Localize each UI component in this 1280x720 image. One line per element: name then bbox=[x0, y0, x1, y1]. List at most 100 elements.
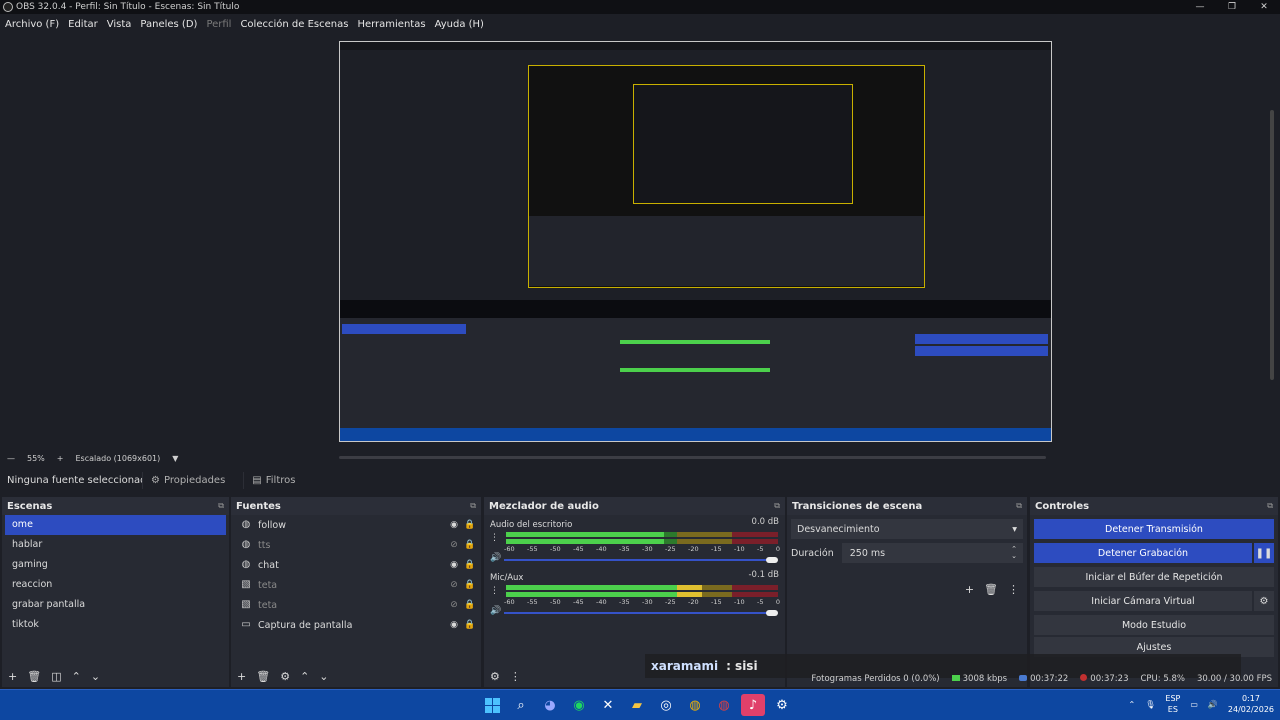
lock-icon[interactable]: 🔒 bbox=[462, 600, 478, 610]
volume-slider[interactable] bbox=[504, 612, 772, 614]
level-meter bbox=[506, 532, 778, 537]
eye-off-icon[interactable]: ⊘ bbox=[446, 580, 462, 590]
maximize-button[interactable]: ❐ bbox=[1216, 0, 1248, 14]
scale-dropdown-icon[interactable]: ▼ bbox=[172, 454, 178, 463]
search-icon[interactable]: ⌕ bbox=[509, 694, 533, 716]
capcut-icon[interactable]: ✕ bbox=[596, 694, 620, 716]
taskbar-apps: ⌕ ◕ ◉ ✕ ▰ ◎ ◍ ◍ ♪ ⚙ bbox=[480, 694, 799, 716]
microphone-icon[interactable]: 🎙 bbox=[1145, 699, 1155, 710]
channel-name: Mic/Aux bbox=[490, 573, 524, 583]
chrome-icon[interactable]: ◍ bbox=[683, 694, 707, 716]
filters-button[interactable]: ▤ Filtros bbox=[243, 471, 303, 489]
source-row[interactable]: ◍ follow ◉ 🔒 bbox=[234, 515, 478, 535]
menu-paneles[interactable]: Paneles (D) bbox=[140, 19, 197, 30]
undock-icon[interactable]: ⧉ bbox=[1267, 501, 1273, 511]
lock-icon[interactable]: 🔒 bbox=[462, 520, 478, 530]
remove-transition-icon[interactable]: 🗑 bbox=[984, 583, 998, 596]
zoom-in-button[interactable]: + bbox=[57, 454, 64, 463]
eye-off-icon[interactable]: ⊘ bbox=[446, 600, 462, 610]
eye-off-icon[interactable]: ⊘ bbox=[446, 540, 462, 550]
scene-item[interactable]: ome bbox=[5, 515, 226, 535]
menu-ayuda[interactable]: Ayuda (H) bbox=[435, 19, 484, 30]
menu-editar[interactable]: Editar bbox=[68, 19, 98, 30]
menu-herramientas[interactable]: Herramientas bbox=[357, 19, 425, 30]
windows-start-icon[interactable] bbox=[480, 694, 504, 716]
properties-button[interactable]: ⚙ Propiedades bbox=[142, 471, 233, 489]
menu-perfil[interactable]: Perfil bbox=[206, 19, 231, 30]
discord-icon[interactable]: ◕ bbox=[538, 694, 562, 716]
file-explorer-icon[interactable]: ▰ bbox=[625, 694, 649, 716]
transition-select[interactable]: Desvanecimiento ▾ bbox=[791, 519, 1023, 539]
replay-buffer-button[interactable]: Iniciar el Búfer de Repetición bbox=[1034, 567, 1274, 587]
language-indicator[interactable]: ESP ES bbox=[1165, 693, 1180, 715]
menu-vista[interactable]: Vista bbox=[107, 19, 132, 30]
source-row[interactable]: ▭ Captura de pantalla ◉ 🔒 bbox=[234, 615, 478, 635]
bitrate: 3008 kbps bbox=[951, 674, 1007, 684]
gear-icon[interactable]: ⚙ bbox=[1254, 591, 1274, 611]
minimize-button[interactable]: — bbox=[1184, 0, 1216, 14]
zoom-out-button[interactable]: — bbox=[7, 454, 15, 463]
channel-menu-icon[interactable]: ⋮ bbox=[490, 533, 499, 543]
volume-icon[interactable]: 🔊 bbox=[1208, 699, 1218, 710]
speaker-icon[interactable]: 🔊 bbox=[490, 553, 501, 563]
canvas-preview[interactable] bbox=[339, 41, 1052, 442]
stop-stream-button[interactable]: Detener Transmisión bbox=[1034, 519, 1274, 539]
lock-icon[interactable]: 🔒 bbox=[462, 560, 478, 570]
scene-item[interactable]: reaccion bbox=[5, 575, 226, 595]
virtual-cam-button[interactable]: Iniciar Cámara Virtual bbox=[1034, 591, 1252, 611]
mixer-title: Mezclador de audio bbox=[489, 500, 599, 512]
nested-preview bbox=[528, 65, 925, 288]
undock-icon[interactable]: ⧉ bbox=[1016, 501, 1022, 511]
meter-fill bbox=[506, 592, 678, 597]
add-transition-icon[interactable]: + bbox=[965, 583, 974, 596]
lock-icon[interactable]: 🔒 bbox=[462, 620, 478, 630]
volume-slider[interactable] bbox=[504, 559, 772, 561]
menu-archivo[interactable]: Archivo (F) bbox=[5, 19, 59, 30]
preview-horizontal-scrollbar[interactable] bbox=[339, 456, 1046, 459]
preview-vertical-scrollbar[interactable] bbox=[1270, 110, 1274, 380]
transition-selected: Desvanecimiento bbox=[797, 523, 880, 535]
scene-item[interactable]: tiktok bbox=[5, 615, 226, 635]
eye-icon[interactable]: ◉ bbox=[446, 520, 462, 530]
mixer-channel-desktop: Audio del escritorio 0.0 dB ⋮ -60 -55 -50-… bbox=[484, 515, 785, 568]
tiktok-icon[interactable]: ♪ bbox=[741, 694, 765, 716]
undock-icon[interactable]: ⧉ bbox=[470, 501, 476, 511]
obs-icon[interactable]: ◎ bbox=[654, 694, 678, 716]
volume-knob[interactable] bbox=[766, 610, 778, 616]
nested-titlebar bbox=[340, 42, 1051, 50]
speaker-icon[interactable]: 🔊 bbox=[490, 606, 501, 616]
source-name: follow bbox=[258, 519, 287, 531]
lock-icon[interactable]: 🔒 bbox=[462, 580, 478, 590]
source-row[interactable]: ◍ tts ⊘ 🔒 bbox=[234, 535, 478, 555]
virtual-cam-row: Iniciar Cámara Virtual ⚙ bbox=[1030, 589, 1278, 613]
scene-item[interactable]: gaming bbox=[5, 555, 226, 575]
chevron-up-icon[interactable]: ⌃ bbox=[1129, 699, 1136, 710]
scene-item[interactable]: hablar bbox=[5, 535, 226, 555]
volume-knob[interactable] bbox=[766, 557, 778, 563]
undock-icon[interactable]: ⧉ bbox=[218, 501, 224, 511]
menu-coleccion[interactable]: Colección de Escenas bbox=[240, 19, 348, 30]
spotify-icon[interactable]: ◉ bbox=[567, 694, 591, 716]
lock-icon[interactable]: 🔒 bbox=[462, 540, 478, 550]
duration-input[interactable]: 250 ms ⌃ ⌄ bbox=[841, 543, 1023, 563]
settings-icon[interactable]: ⚙ bbox=[770, 694, 794, 716]
eye-icon[interactable]: ◉ bbox=[446, 560, 462, 570]
studio-mode-button[interactable]: Modo Estudio bbox=[1034, 615, 1274, 635]
undock-icon[interactable]: ⧉ bbox=[774, 501, 780, 511]
spin-arrows-icon[interactable]: ⌃ ⌄ bbox=[1011, 546, 1017, 560]
source-row[interactable]: ▧ teta ⊘ 🔒 bbox=[234, 595, 478, 615]
chevron-down-icon: ▾ bbox=[1012, 523, 1017, 535]
network-icon[interactable]: ▭ bbox=[1190, 699, 1198, 710]
close-button[interactable]: ✕ bbox=[1248, 0, 1280, 14]
eye-icon[interactable]: ◉ bbox=[446, 620, 462, 630]
scene-item[interactable]: grabar pantalla bbox=[5, 595, 226, 615]
pause-icon[interactable]: ❚❚ bbox=[1254, 543, 1274, 563]
source-row[interactable]: ▧ teta ⊘ 🔒 bbox=[234, 575, 478, 595]
channel-menu-icon[interactable]: ⋮ bbox=[490, 586, 499, 596]
source-row[interactable]: ◍ chat ◉ 🔒 bbox=[234, 555, 478, 575]
nested-docks-small bbox=[529, 216, 924, 286]
stop-record-button[interactable]: Detener Grabación bbox=[1034, 543, 1252, 563]
chrome-profile-icon[interactable]: ◍ bbox=[712, 694, 736, 716]
clock[interactable]: 0:17 24/02/2026 bbox=[1228, 693, 1274, 715]
transition-menu-icon[interactable]: ⋮ bbox=[1008, 583, 1019, 596]
